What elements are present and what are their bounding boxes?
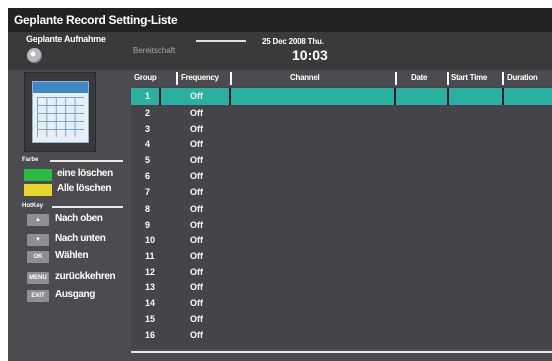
hotkey-label: Wählen [55, 250, 89, 261]
row-frequency-value[interactable]: Off [190, 124, 203, 134]
color-button-label: Alle löschen [57, 183, 112, 194]
row-group-number[interactable]: 7 [145, 187, 161, 197]
selected-row-cell-divider [229, 88, 231, 105]
row-frequency-value[interactable]: Off [190, 171, 203, 181]
color-section-divider [50, 160, 123, 162]
ok-key-icon: OK [27, 251, 49, 263]
row-group-number[interactable]: 12 [145, 267, 161, 277]
arrow-up-icon: ▲ [27, 214, 49, 226]
row-group-number[interactable]: 11 [145, 251, 161, 261]
calendar-grid [37, 97, 84, 137]
date-label: 25 Dec 2008 Thu. [262, 37, 324, 46]
row-group-number[interactable]: 1 [145, 91, 161, 101]
title-bar: Geplante Record Setting-Liste [8, 8, 552, 32]
row-frequency-value[interactable]: Off [190, 220, 203, 230]
column-header-duration[interactable]: Duration [507, 71, 538, 85]
arrow-down-icon: ▼ [27, 234, 49, 246]
row-group-number[interactable]: 9 [145, 220, 161, 230]
row-frequency-value[interactable]: Off [190, 314, 203, 324]
clock: 10:03 [292, 47, 328, 63]
calendar-icon [24, 72, 96, 152]
column-separator [176, 72, 178, 85]
row-group-number[interactable]: 16 [145, 330, 161, 340]
column-header-channel[interactable]: Channel [290, 71, 320, 85]
row-frequency-value[interactable]: Off [190, 330, 203, 340]
column-header-group[interactable]: Group [134, 71, 157, 85]
row-group-number[interactable]: 13 [145, 282, 161, 292]
row-group-number[interactable]: 5 [145, 155, 161, 165]
row-group-number[interactable]: 10 [145, 235, 161, 245]
selected-row-cell-divider [502, 88, 504, 105]
row-frequency-value[interactable]: Off [190, 108, 203, 118]
column-header-frequency[interactable]: Frequency [181, 71, 219, 85]
green-button[interactable] [24, 169, 52, 181]
row-frequency-value[interactable]: Off [190, 267, 203, 277]
hotkey-label: Nach unten [55, 233, 106, 244]
row-group-number[interactable]: 14 [145, 298, 161, 308]
color-button-label: eine löschen [57, 168, 113, 179]
row-frequency-value[interactable]: Off [190, 204, 203, 214]
hotkey-label: Ausgang [55, 289, 95, 300]
row-frequency-value[interactable]: Off [190, 298, 203, 308]
yellow-button[interactable] [24, 184, 52, 196]
table-bottom-divider [131, 351, 552, 353]
section-title: Geplante Aufnahme [26, 34, 106, 44]
row-frequency-value[interactable]: Off [190, 187, 203, 197]
selected-row-cell-divider [447, 88, 449, 105]
column-header-date[interactable]: Date [411, 71, 427, 85]
row-group-number[interactable]: 6 [145, 171, 161, 181]
column-header-start-time[interactable]: Start Time [451, 71, 487, 85]
row-group-number[interactable]: 15 [145, 314, 161, 324]
row-frequency-value[interactable]: Off [190, 282, 203, 292]
selected-row-cell-divider [394, 88, 396, 105]
column-separator [447, 72, 449, 85]
column-separator [230, 72, 232, 85]
hotkey-label: zurückkehren [55, 271, 116, 282]
row-frequency-value[interactable]: Off [190, 91, 203, 101]
row-frequency-value[interactable]: Off [190, 155, 203, 165]
column-separator [502, 72, 504, 85]
page-title: Geplante Record Setting-Liste [14, 13, 178, 27]
exit-key-icon: EXIT [27, 290, 49, 302]
row-frequency-value[interactable]: Off [190, 235, 203, 245]
row-group-number[interactable]: 3 [145, 124, 161, 134]
calendar-page [32, 81, 89, 143]
column-separator [395, 72, 397, 85]
disc-icon [27, 48, 42, 63]
hotkey-section-label: HotKey [22, 203, 44, 209]
hotkey-section-divider [52, 206, 123, 208]
row-group-number[interactable]: 8 [145, 204, 161, 214]
row-frequency-value[interactable]: Off [190, 139, 203, 149]
header-divider [196, 40, 246, 42]
hotkey-label: Nach oben [55, 213, 103, 224]
color-section-label: Farbe [22, 157, 39, 163]
row-group-number[interactable]: 2 [145, 108, 161, 118]
row-frequency-value[interactable]: Off [190, 251, 203, 261]
menu-key-icon: MENU [27, 272, 49, 284]
calendar-header [33, 82, 88, 93]
standby-status: Bereitschaft [133, 46, 176, 55]
row-group-number[interactable]: 4 [145, 139, 161, 149]
